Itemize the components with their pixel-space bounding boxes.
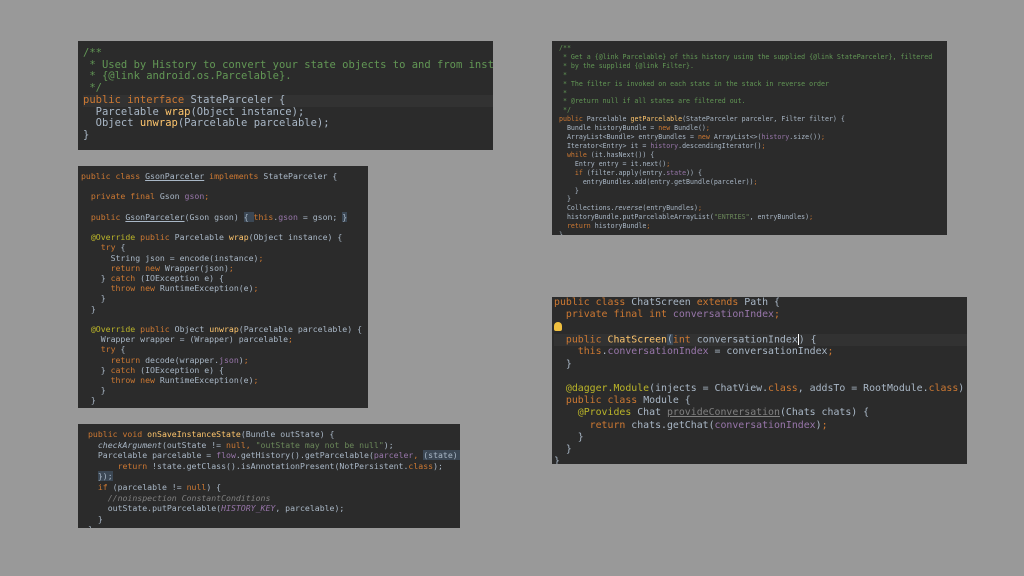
code-line: }	[559, 195, 571, 204]
code-line: return decode(wrapper.json);	[81, 354, 249, 365]
code-line: public void onSaveInstanceState(Bundle o…	[88, 429, 335, 439]
code-line: @Override public Object unwrap(Parcelabl…	[81, 324, 362, 335]
code-line: }	[88, 524, 460, 528]
code-line: * The filter is invoked on each state in…	[559, 79, 829, 88]
code-line: try {	[81, 344, 126, 355]
code-line: try {	[81, 242, 126, 253]
code-panel-gson-parceler: public class GsonParceler implements Sta…	[78, 166, 368, 408]
code-line: while (it.hasNext()) {	[559, 150, 655, 159]
code-line: /**	[559, 44, 571, 52]
code-line: public GsonParceler(Gson gson) { this.gs…	[81, 211, 348, 222]
code-line	[554, 321, 967, 333]
code-line: }	[81, 395, 96, 406]
code-line: String json = encode(instance);	[81, 252, 264, 263]
code-line: @Provides Chat provideConversation(Chats…	[577, 407, 870, 419]
code-line: */	[559, 106, 571, 115]
code-line: this.conversationIndex = conversationInd…	[554, 346, 834, 358]
code-line: }	[554, 431, 584, 443]
code-line: Collections.reverse(entryBundles);	[559, 204, 702, 213]
code-line: private final Gson gson;	[81, 191, 210, 202]
code-line: }	[81, 385, 106, 396]
code-line: }	[81, 303, 96, 314]
code-line: if (filter.apply(entry.state)) {	[559, 168, 702, 177]
code-line: }	[88, 513, 103, 524]
code-line: *	[559, 70, 567, 79]
code-line: * {@link android.os.Parcelable}.	[83, 70, 292, 83]
code-line: private final int conversationIndex;	[554, 309, 780, 321]
code-line: Wrapper wrapper = (Wrapper) parcelable;	[81, 334, 293, 345]
code-line: @Override public Parcelable wrap(Object …	[81, 232, 343, 243]
code-line: public class Module {	[554, 395, 691, 407]
code-line: ArrayList<Bundle> entryBundles = new Arr…	[559, 133, 826, 142]
code-line: }	[81, 406, 368, 408]
code-panel-state-parceler: /** * Used by History to convert your st…	[78, 41, 493, 150]
code-line: return new Wrapper(json);	[81, 262, 234, 273]
code-line: *	[559, 88, 567, 97]
code-line: public Parcelable getParcelable(StatePar…	[559, 115, 845, 124]
code-line: Iterator<Entry> it = history.descendingI…	[559, 141, 766, 150]
code-line: return !state.getClass().isAnnotationPre…	[88, 460, 443, 471]
code-line: checkArgument(outState != null, "outStat…	[97, 439, 394, 450]
code-line: } catch (IOException e) {	[81, 364, 224, 375]
code-line: }	[554, 456, 560, 464]
code-line: if (parcelable != null) {	[88, 481, 222, 492]
code-line: throw new RuntimeException(e);	[81, 375, 259, 386]
code-line: }	[554, 358, 572, 370]
code-line: * @return null if all states are filtere…	[559, 97, 746, 106]
code-line: * by the supplied {@link Filter}.	[559, 61, 694, 70]
code-line: Entry entry = it.next();	[559, 159, 671, 168]
code-line: });	[97, 471, 113, 482]
code-line: @dagger.Module(injects = ChatView.class,…	[565, 382, 965, 394]
code-line: entryBundles.add(entry.getBundle(parcele…	[559, 177, 758, 186]
code-line: }	[81, 293, 106, 304]
code-line: historyBundle.putParcelableArrayList("EN…	[559, 213, 814, 222]
code-line: Bundle historyBundle = new Bundle();	[559, 124, 710, 133]
code-line: return historyBundle;	[559, 222, 651, 231]
code-line: //noinspection ConstantConditions	[88, 492, 271, 503]
code-line: public class ChatScreen extends Path {	[554, 297, 780, 308]
code-line: }	[559, 231, 947, 235]
code-line: public class GsonParceler implements Sta…	[81, 171, 338, 181]
code-line: Parcelable parcelable = flow.getHistory(…	[88, 450, 460, 461]
code-line: } catch (IOException e) {	[81, 273, 224, 284]
code-line: throw new RuntimeException(e);	[81, 283, 259, 294]
code-line: }	[559, 186, 579, 195]
code-panel-get-parcelable: /** * Get a {@link Parcelable} of this h…	[552, 41, 947, 235]
code-panel-on-save-instance-state: public void onSaveInstanceState(Bundle o…	[78, 424, 460, 528]
code-line: outState.putParcelable(HISTORY_KEY, parc…	[88, 503, 345, 514]
code-panel-chat-screen: public class ChatScreen extends Path { p…	[552, 297, 967, 464]
code-line: Object unwrap(Parcelable parcelable);	[83, 117, 330, 130]
code-line: }	[83, 128, 90, 141]
code-line: return chats.getChat(conversationIndex);	[554, 419, 828, 431]
code-line: * Get a {@link Parcelable} of this histo…	[559, 52, 933, 61]
code-line: }	[554, 443, 572, 455]
code-line: public ChatScreen(int conversationIndex)…	[554, 333, 967, 347]
lightbulb-icon[interactable]	[554, 321, 562, 331]
